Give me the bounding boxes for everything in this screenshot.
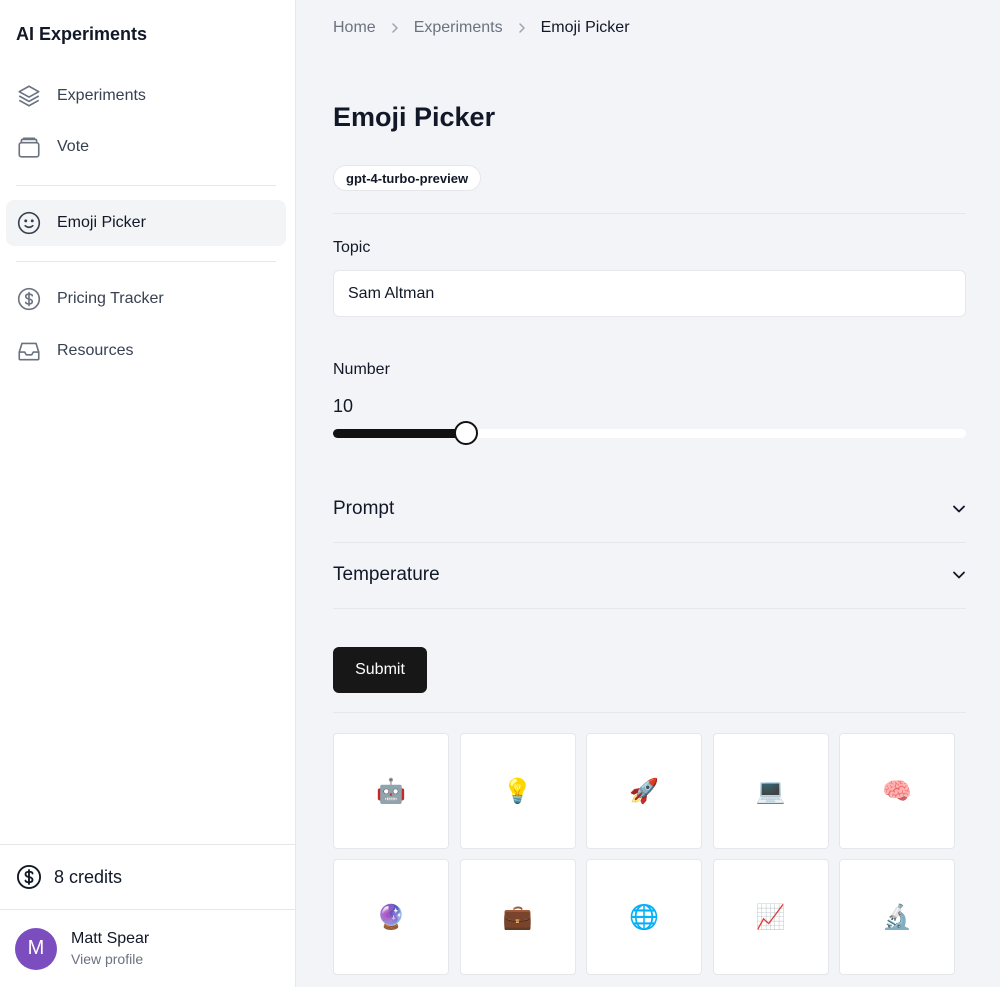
breadcrumb: Home Experiments Emoji Picker [333,19,630,37]
number-value: 10 [333,396,354,416]
sidebar-item-label: Emoji Picker [57,214,146,231]
sidebar-item-emoji-picker[interactable]: Emoji Picker [6,200,286,246]
emoji-card[interactable]: 💡 [459,733,576,849]
sidebar-item-label: Vote [57,138,90,155]
accordion-divider [333,608,966,609]
view-profile-link[interactable]: View profile [71,951,149,967]
accordion-label: Prompt [333,498,395,519]
emoji-card[interactable]: 🔮 [333,859,449,975]
number-slider[interactable] [333,421,966,445]
topic-input[interactable] [333,270,966,317]
number-label: Number [333,361,390,378]
emoji-grid: 🤖 💡 🚀 💻 🧠 🔮 💼 🌐 📈 🔬 [333,733,955,975]
sidebar-item-pricing-tracker[interactable]: Pricing Tracker [6,276,286,322]
chevron-down-icon [952,504,966,514]
sidebar-item-label: Pricing Tracker [57,290,164,307]
emoji-card[interactable]: 🧠 [839,733,955,849]
emoji-card[interactable]: 🚀 [586,733,702,849]
page-title: Emoji Picker [333,102,496,132]
avatar: M [15,927,57,970]
sidebar-divider [16,185,276,186]
emoji-card[interactable]: 🌐 [586,859,702,975]
breadcrumb-current: Emoji Picker [540,19,630,36]
emoji-card[interactable]: 💼 [459,859,576,975]
main-content: Home Experiments Emoji Picker Emoji Pick… [297,0,1000,987]
breadcrumb-home[interactable]: Home [333,19,376,37]
temperature-accordion[interactable]: Temperature [333,542,966,608]
layers-icon [16,83,42,109]
inbox-icon [16,338,42,364]
box-icon [16,134,42,160]
slider-thumb[interactable] [453,421,478,445]
prompt-accordion[interactable]: Prompt [333,476,966,542]
chevron-right-icon [517,22,527,34]
emoji-card[interactable]: 🔬 [839,859,955,975]
sidebar-item-resources[interactable]: Resources [6,328,286,374]
dollar-circle-icon [16,286,42,312]
slider-fill [333,429,466,438]
profile-link[interactable]: M Matt Spear View profile [0,910,296,987]
sidebar: AI Experiments Experiments Vote Emoji Pi… [0,0,296,987]
topic-label: Topic [333,239,371,256]
emoji-card[interactable]: 💻 [712,733,829,849]
sidebar-divider [16,261,276,262]
credits-label: 8 credits [54,866,123,887]
breadcrumb-experiments[interactable]: Experiments [414,19,503,37]
sidebar-item-label: Experiments [57,87,146,104]
profile-name: Matt Spear [71,930,150,947]
model-badge: gpt-4-turbo-preview [333,165,482,191]
emoji-card[interactable]: 📈 [712,859,829,975]
chevron-right-icon [390,22,400,34]
emoji-card[interactable]: 🤖 [333,733,449,849]
accordion-label: Temperature [333,564,440,585]
smile-icon [16,210,42,236]
section-divider [333,213,966,214]
chevron-down-icon [952,570,966,580]
sidebar-item-experiments[interactable]: Experiments [6,73,286,119]
credits-display[interactable]: 8 credits [0,844,296,910]
dollar-circle-icon [15,863,43,891]
sidebar-item-label: Resources [57,342,134,359]
results-divider [333,712,966,713]
submit-button[interactable]: Submit [333,647,427,693]
app-title: AI Experiments [16,24,148,44]
sidebar-item-vote[interactable]: Vote [6,124,286,170]
